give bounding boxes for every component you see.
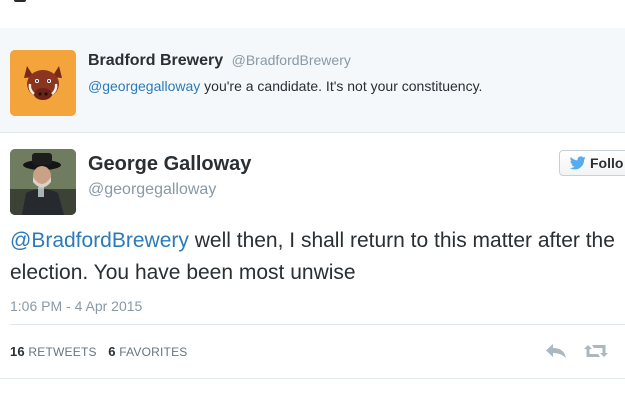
stats-divider — [10, 324, 625, 325]
tweet-author-handle[interactable]: @georgegalloway — [88, 181, 216, 199]
top-strip — [0, 0, 625, 29]
cut-off-glyph — [14, 0, 26, 2]
retweet-icon[interactable] — [583, 343, 609, 364]
reply-context-body: you're a candidate. It's not your consti… — [200, 78, 483, 94]
reply-context-tweet[interactable]: Bradford Brewery @BradfordBrewery @georg… — [0, 28, 625, 133]
tweet-stats: 16 RETWEETS 6 FAVORITES — [10, 344, 196, 359]
tweet-embed: Bradford Brewery @BradfordBrewery @georg… — [0, 0, 625, 415]
reply-context-mention-link[interactable]: @georgegalloway — [88, 78, 200, 94]
favorites-count: 6 — [108, 344, 116, 359]
tweet-actions — [545, 343, 625, 363]
follow-button[interactable]: Follo — [559, 150, 625, 176]
retweets-label: RETWEETS — [28, 345, 97, 359]
bottom-area — [0, 379, 625, 415]
george-galloway-avatar[interactable] — [10, 149, 76, 215]
profile-photo-icon — [10, 149, 76, 215]
tweet-text: @BradfordBrewery well then, I shall retu… — [10, 225, 622, 289]
tweet-mention-link[interactable]: @BradfordBrewery — [10, 229, 189, 252]
main-tweet: George Galloway @georgegalloway Follo @B… — [0, 133, 625, 415]
tweet-author-name[interactable]: George Galloway — [88, 153, 251, 176]
follow-button-label: Follo — [590, 155, 624, 171]
reply-context-name[interactable]: Bradford Brewery — [88, 52, 223, 69]
reply-context-header: Bradford Brewery @BradfordBrewery — [88, 52, 351, 70]
reply-icon[interactable] — [545, 343, 567, 364]
retweets-count: 16 — [10, 344, 25, 359]
favorites-stat[interactable]: 6 FAVORITES — [108, 344, 188, 359]
tweet-timestamp[interactable]: 1:06 PM - 4 Apr 2015 — [10, 298, 142, 314]
bradford-brewery-avatar[interactable] — [10, 50, 76, 116]
boar-logo-icon — [10, 50, 76, 116]
favorites-label: FAVORITES — [119, 345, 188, 359]
retweets-stat[interactable]: 16 RETWEETS — [10, 344, 97, 359]
twitter-bird-icon — [570, 156, 586, 170]
reply-context-text: @georgegalloway you're a candidate. It's… — [88, 78, 482, 94]
reply-context-handle[interactable]: @BradfordBrewery — [232, 52, 351, 68]
